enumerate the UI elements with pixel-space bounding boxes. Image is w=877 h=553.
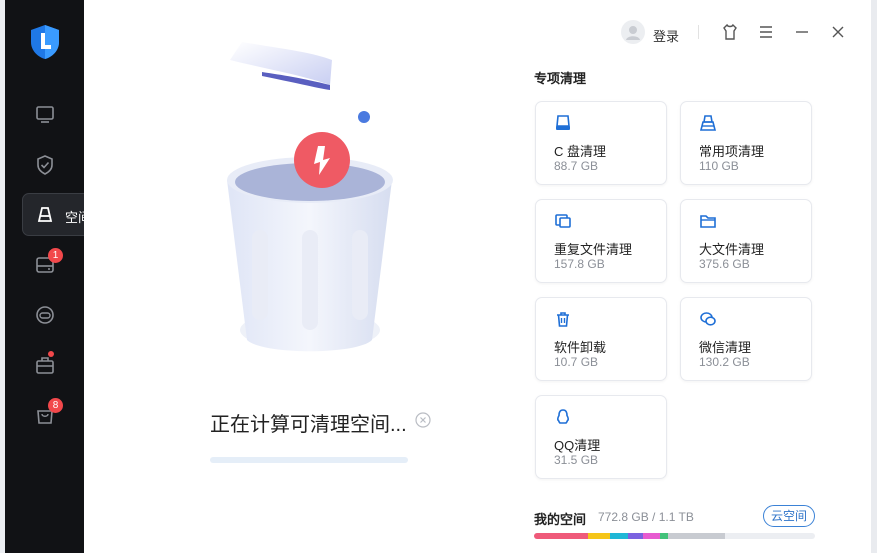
card-size: 31.5 GB xyxy=(554,453,599,467)
card-common-items[interactable]: 常用项清理 110 GB xyxy=(680,101,812,185)
qq-icon xyxy=(557,409,569,424)
drive-badge: 1 xyxy=(48,248,63,263)
trash-icon xyxy=(557,312,569,327)
card-name: C 盘清理 xyxy=(554,144,607,159)
space-usage-segment xyxy=(610,533,628,539)
login-link[interactable]: 登录 xyxy=(653,26,679,45)
user-icon xyxy=(626,26,640,40)
shield-check-icon[interactable] xyxy=(34,154,56,176)
broom-icon xyxy=(699,115,717,131)
space-usage-segment xyxy=(534,533,588,539)
avatar xyxy=(621,20,645,44)
card-name: 微信清理 xyxy=(699,340,752,355)
main-panel: 登录 正在计算可清理空间... 专项清理 C 盘清理 88.7 GB 常用项清理… xyxy=(84,0,871,553)
sidebar: 1 8 xyxy=(5,0,84,553)
my-space-label: 我的空间 xyxy=(534,512,587,527)
wechat-icon xyxy=(700,312,716,326)
bag-badge: 8 xyxy=(48,398,63,413)
menu-icon[interactable] xyxy=(757,23,775,41)
card-name: 大文件清理 xyxy=(699,242,765,257)
card-name: 软件卸载 xyxy=(554,340,607,355)
cancel-scan-icon[interactable] xyxy=(415,412,431,428)
toolbox-dot xyxy=(48,351,54,357)
toolbox-icon[interactable] xyxy=(34,354,56,376)
card-size: 10.7 GB xyxy=(554,355,599,369)
space-usage-segment xyxy=(667,533,726,539)
card-c-drive[interactable]: C 盘清理 88.7 GB xyxy=(535,101,667,185)
space-clean-icon xyxy=(37,207,53,222)
my-space-value: 772.8 GB / 1.1 TB xyxy=(598,510,694,524)
space-usage-segment xyxy=(627,533,643,539)
card-size: 157.8 GB xyxy=(554,257,605,271)
special-clean-title: 专项清理 xyxy=(534,71,587,86)
monitor-icon[interactable] xyxy=(34,104,56,126)
card-name: QQ清理 xyxy=(554,438,601,453)
space-usage-segment xyxy=(642,533,661,539)
drive-icon xyxy=(556,115,570,130)
duplicate-files-icon xyxy=(555,214,571,228)
trash-bin-illustration xyxy=(227,42,393,352)
card-large-files[interactable]: 大文件清理 375.6 GB xyxy=(680,199,812,283)
card-wechat[interactable]: 微信清理 130.2 GB xyxy=(680,297,812,381)
desktop-edge-right xyxy=(871,0,877,553)
scan-status-text: 正在计算可清理空间... xyxy=(210,414,407,436)
app-logo-icon xyxy=(31,25,59,59)
folder-icon xyxy=(700,215,716,228)
game-controller-icon[interactable] xyxy=(34,304,56,326)
card-name: 常用项清理 xyxy=(699,144,765,159)
card-size: 130.2 GB xyxy=(699,355,750,369)
card-size: 110 GB xyxy=(699,159,739,173)
card-qq[interactable]: QQ清理 31.5 GB xyxy=(535,395,667,479)
card-uninstall[interactable]: 软件卸载 10.7 GB xyxy=(535,297,667,381)
scan-progress-bar xyxy=(210,457,408,463)
card-size: 375.6 GB xyxy=(699,257,750,271)
space-usage-bar xyxy=(534,533,815,539)
space-usage-segment xyxy=(660,533,668,539)
card-size: 88.7 GB xyxy=(554,159,599,173)
space-usage-segment xyxy=(587,533,611,539)
topbar-divider xyxy=(698,25,699,39)
close-icon[interactable] xyxy=(829,23,847,41)
minimize-icon[interactable] xyxy=(793,23,811,41)
card-name: 重复文件清理 xyxy=(554,242,633,257)
card-duplicate-files[interactable]: 重复文件清理 157.8 GB xyxy=(535,199,667,283)
shirt-skin-icon[interactable] xyxy=(721,23,739,41)
cloud-space-button[interactable]: 云空间 xyxy=(763,505,815,527)
